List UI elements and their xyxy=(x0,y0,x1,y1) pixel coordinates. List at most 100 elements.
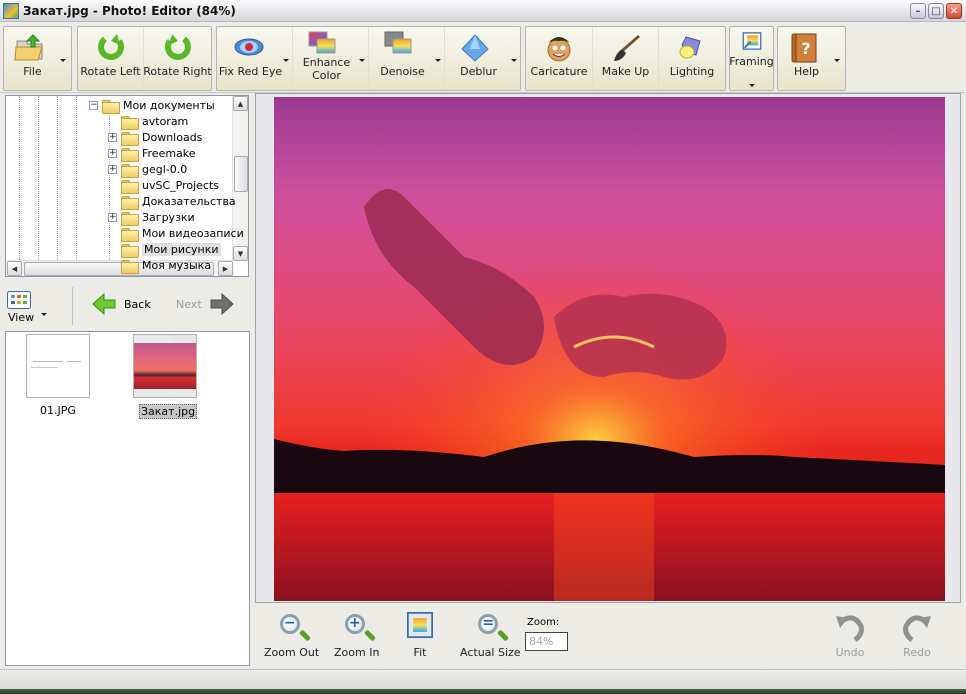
tree-item[interactable]: uvSC_Projects xyxy=(108,177,219,194)
view-dropdown-arrow-icon[interactable] xyxy=(41,313,47,316)
window-title: Закат.jpg - Photo! Editor (84%) xyxy=(23,3,236,18)
denoise-button[interactable]: Denoise xyxy=(369,27,445,90)
red-eye-dropdown-arrow-icon[interactable] xyxy=(283,59,289,62)
redo-button[interactable]: Redo xyxy=(902,612,932,659)
zoom-in-button[interactable]: + Zoom In xyxy=(334,612,379,659)
photo-canvas[interactable] xyxy=(274,97,945,601)
scroll-down-button[interactable]: ▼ xyxy=(233,246,248,261)
tree-item[interactable]: Мои рисунки xyxy=(108,241,221,258)
framing-dropdown-arrow-icon[interactable] xyxy=(749,84,755,87)
eye-icon xyxy=(234,38,264,56)
tree-item[interactable]: Доказательства xyxy=(108,193,236,210)
arrow-left-icon: ◀ xyxy=(11,264,18,273)
scroll-up-button[interactable]: ▲ xyxy=(233,96,248,111)
denoise-icon xyxy=(384,31,412,54)
thumbnail-list: 01.JPG Закат.jpg xyxy=(5,331,250,666)
make-up-button[interactable]: Make Up xyxy=(593,27,659,90)
caricature-button[interactable]: Caricature xyxy=(526,27,593,90)
enhance-color-button[interactable]: Enhance Color xyxy=(293,27,369,90)
scroll-left-button[interactable]: ◀ xyxy=(7,261,22,276)
close-button[interactable]: ✕ xyxy=(946,3,962,19)
undo-button[interactable]: Undo xyxy=(835,612,865,659)
file-button[interactable]: File xyxy=(4,27,71,90)
arrow-up-icon: ▲ xyxy=(237,99,244,108)
lamp-icon xyxy=(679,36,701,59)
help-group: ? Help xyxy=(777,26,846,91)
expand-icon[interactable]: + xyxy=(108,164,117,174)
enhance-label-line1: Enhance xyxy=(302,56,351,69)
deblur-dropdown-arrow-icon[interactable] xyxy=(511,59,517,62)
actual-size-icon: = xyxy=(475,612,505,642)
nav-divider xyxy=(72,287,73,325)
enhance-dropdown-arrow-icon[interactable] xyxy=(359,59,365,62)
navigation-bar: View Back Next xyxy=(0,285,254,329)
tree-item[interactable]: − Мои документы xyxy=(89,97,215,114)
zoom-toolbar: − Zoom Out + Zoom In Fit = Actual Size Z… xyxy=(255,604,961,668)
thumbnail-zakat-jpg[interactable] xyxy=(133,334,197,398)
zoom-label: Zoom: xyxy=(527,617,560,628)
tree-item-label: Мои документы xyxy=(123,98,215,112)
arrow-right-icon: ▶ xyxy=(222,264,229,273)
rotate-right-button[interactable]: Rotate Right xyxy=(143,27,212,90)
expand-icon[interactable]: + xyxy=(108,132,117,142)
file-dropdown-arrow-icon[interactable] xyxy=(60,59,66,62)
minimize-button[interactable]: – xyxy=(910,3,926,19)
tree-item-label: Доказательства xyxy=(142,194,236,208)
next-button[interactable]: Next xyxy=(176,293,234,315)
tree-item-label: Моя музыка xyxy=(142,258,212,272)
fit-button[interactable]: Fit xyxy=(407,612,433,659)
rotate-group: Rotate Left Rotate Right xyxy=(77,26,212,91)
help-button[interactable]: ? Help xyxy=(778,27,845,90)
tree-item-label: gegl-0.0 xyxy=(142,162,188,176)
file-group: File xyxy=(3,26,72,91)
tree-item[interactable]: + Freemake xyxy=(108,145,196,162)
thumbnail-item[interactable]: 01.JPG xyxy=(26,332,90,422)
help-dropdown-arrow-icon[interactable] xyxy=(834,59,840,62)
folder-icon xyxy=(121,115,139,130)
zoom-value-field[interactable]: 84% xyxy=(525,632,568,651)
redo-icon xyxy=(903,615,931,642)
lighting-button[interactable]: Lighting xyxy=(659,27,725,90)
image-viewer[interactable] xyxy=(255,93,961,603)
tree-item[interactable]: Мои видеозаписи xyxy=(108,225,244,242)
collapse-icon[interactable]: − xyxy=(89,100,98,110)
framing-button[interactable]: Framing xyxy=(729,27,774,90)
view-button[interactable]: View xyxy=(5,291,47,325)
tree-item[interactable]: + Downloads xyxy=(108,129,202,146)
left-panel: ▲ ▼ ◀ ▶ − Мои документы avtoram + Downloads +… xyxy=(0,93,254,668)
back-button[interactable]: Back xyxy=(92,293,151,315)
scroll-right-button[interactable]: ▶ xyxy=(218,261,233,276)
music-folder-icon xyxy=(121,259,139,274)
rotate-left-button[interactable]: Rotate Left xyxy=(78,27,144,90)
actual-size-button[interactable]: = Actual Size xyxy=(460,612,521,659)
next-arrow-icon xyxy=(210,293,234,315)
rotate-left-icon xyxy=(97,34,124,60)
tree-item[interactable]: avtoram xyxy=(108,113,188,130)
fix-red-eye-button[interactable]: Fix Red Eye xyxy=(217,27,293,90)
tree-item[interactable]: + gegl-0.0 xyxy=(108,161,188,178)
undo-icon xyxy=(836,615,864,642)
pictures-folder-icon xyxy=(121,243,139,258)
zoom-in-icon: + xyxy=(342,612,372,642)
folder-icon xyxy=(121,131,139,146)
toolbar: File Rotate Left Rotate Right Fix Red Ey… xyxy=(0,22,966,93)
folder-icon xyxy=(121,195,139,210)
tree-item-label: Мои видеозаписи xyxy=(142,226,244,240)
denoise-dropdown-arrow-icon[interactable] xyxy=(435,59,441,62)
expand-icon[interactable]: + xyxy=(108,212,117,222)
folder-icon xyxy=(121,211,139,226)
maximize-icon: □ xyxy=(931,5,941,17)
tree-item[interactable]: Моя музыка xyxy=(108,257,212,274)
thumbnail-01-jpg[interactable] xyxy=(26,334,90,398)
scroll-thumb[interactable] xyxy=(234,156,248,192)
deblur-button[interactable]: Deblur xyxy=(445,27,520,90)
zoom-out-button[interactable]: − Zoom Out xyxy=(264,612,319,659)
framing-icon xyxy=(742,32,761,50)
view-grid-icon xyxy=(7,291,31,309)
thumbnail-item[interactable]: Закат.jpg xyxy=(133,332,198,422)
maximize-button[interactable]: □ xyxy=(928,3,944,19)
rotate-right-icon xyxy=(164,34,191,60)
folder-tree[interactable]: ▲ ▼ ◀ ▶ − Мои документы avtoram + Downloads +… xyxy=(5,95,249,277)
tree-item[interactable]: + Загрузки xyxy=(108,209,195,226)
expand-icon[interactable]: + xyxy=(108,148,117,158)
